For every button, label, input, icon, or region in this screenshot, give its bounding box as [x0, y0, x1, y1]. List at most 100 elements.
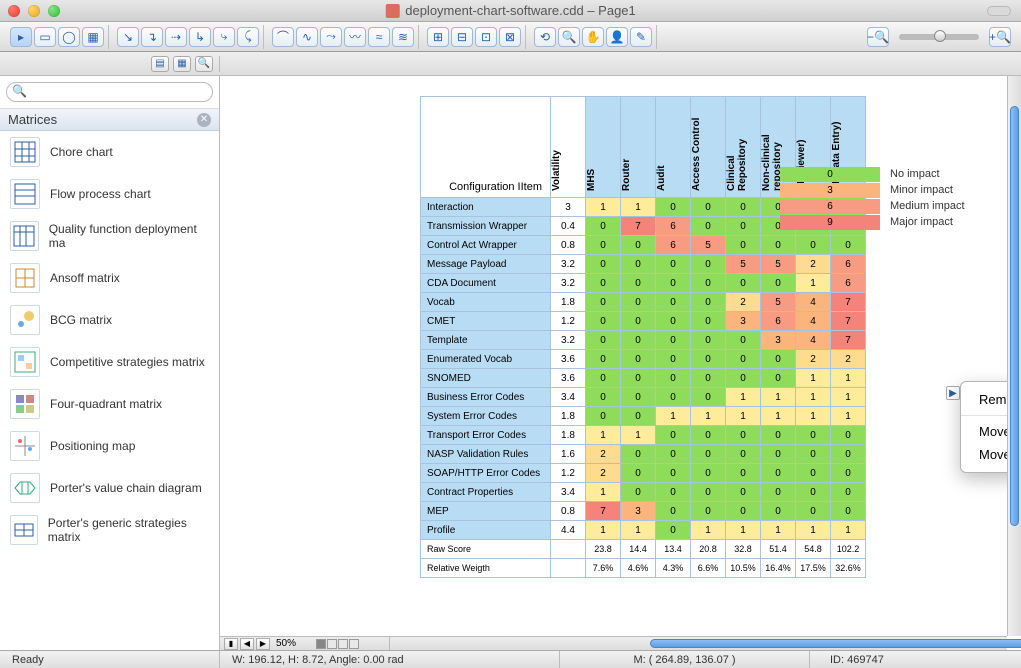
matrix-cell[interactable]: 1	[726, 521, 761, 540]
matrix-cell[interactable]: 5	[761, 293, 796, 312]
matrix-cell[interactable]: 7	[586, 502, 621, 521]
table-row[interactable]: System Error Codes1.800111111	[421, 407, 866, 426]
zoom-slider[interactable]	[899, 34, 979, 40]
matrix-cell[interactable]: 0	[691, 217, 726, 236]
matrix-cell[interactable]: 0	[691, 426, 726, 445]
matrix-cell[interactable]: 1	[831, 388, 866, 407]
matrix-cell[interactable]: 7	[831, 293, 866, 312]
vertical-scrollbar[interactable]	[1007, 76, 1021, 636]
matrix-cell[interactable]: 0	[656, 445, 691, 464]
row-action-arrow-button[interactable]: ▶	[946, 386, 960, 400]
matrix-cell[interactable]: 6	[831, 255, 866, 274]
matrix-cell[interactable]: 0	[621, 274, 656, 293]
table-row[interactable]: Transport Error Codes1.811000000	[421, 426, 866, 445]
matrix-cell[interactable]: 0	[691, 502, 726, 521]
matrix-cell[interactable]: 4	[796, 293, 831, 312]
table-row[interactable]: Template3.200000347	[421, 331, 866, 350]
table-row[interactable]: Vocab1.800002547	[421, 293, 866, 312]
matrix-cell[interactable]: 7	[621, 217, 656, 236]
matrix-cell[interactable]: 0	[586, 388, 621, 407]
matrix-cell[interactable]: 2	[586, 445, 621, 464]
matrix-cell[interactable]: 0	[691, 293, 726, 312]
matrix-cell[interactable]: 4	[796, 312, 831, 331]
matrix-cell[interactable]: 0	[621, 445, 656, 464]
matrix-cell[interactable]: 0	[761, 483, 796, 502]
matrix-cell[interactable]: 0	[726, 502, 761, 521]
matrix-cell[interactable]: 0	[691, 312, 726, 331]
matrix-cell[interactable]: 0	[656, 502, 691, 521]
matrix-cell[interactable]: 1	[831, 369, 866, 388]
connector-3-button[interactable]: ⇢	[165, 27, 187, 47]
table-row[interactable]: MEP0.873000000	[421, 502, 866, 521]
sidebar-item-0[interactable]: Chore chart	[0, 131, 219, 173]
matrix-cell[interactable]: 0	[831, 426, 866, 445]
canvas-viewport[interactable]: Configuration IItemVolatilityMHSRouterAu…	[220, 76, 1007, 636]
matrix-cell[interactable]: 0	[656, 521, 691, 540]
ellipse-tool-button[interactable]: ◯	[58, 27, 80, 47]
library-view-button[interactable]: ▤	[151, 56, 169, 72]
matrix-cell[interactable]: 0	[621, 464, 656, 483]
matrix-cell[interactable]: 0	[796, 445, 831, 464]
matrix-cell[interactable]: 2	[796, 255, 831, 274]
matrix-cell[interactable]: 0	[691, 350, 726, 369]
arrange-3-button[interactable]: ⊡	[475, 27, 497, 47]
matrix-cell[interactable]: 0	[796, 464, 831, 483]
matrix-cell[interactable]: 0	[726, 236, 761, 255]
sidebar-item-8[interactable]: Porter's value chain diagram	[0, 467, 219, 509]
matrix-cell[interactable]: 0	[586, 369, 621, 388]
matrix-cell[interactable]: 3	[761, 331, 796, 350]
matrix-cell[interactable]: 0	[691, 255, 726, 274]
matrix-cell[interactable]: 0	[691, 274, 726, 293]
matrix-cell[interactable]: 0	[586, 407, 621, 426]
matrix-cell[interactable]: 4	[796, 331, 831, 350]
matrix-cell[interactable]: 6	[761, 312, 796, 331]
matrix-cell[interactable]: 0	[656, 426, 691, 445]
rect-tool-button[interactable]: ▭	[34, 27, 56, 47]
matrix-cell[interactable]: 0	[621, 369, 656, 388]
matrix-cell[interactable]: 1	[796, 388, 831, 407]
matrix-cell[interactable]: 5	[761, 255, 796, 274]
minimize-window-button[interactable]	[28, 5, 40, 17]
matrix-cell[interactable]: 0	[621, 255, 656, 274]
curve-1-button[interactable]: ⌒	[272, 27, 294, 47]
matrix-cell[interactable]: 1	[691, 407, 726, 426]
matrix-cell[interactable]: 1	[691, 521, 726, 540]
horizontal-scrollbar[interactable]	[390, 637, 1007, 650]
page-2-box[interactable]	[327, 639, 337, 649]
matrix-cell[interactable]: 1	[761, 521, 796, 540]
matrix-cell[interactable]: 0	[691, 483, 726, 502]
table-row[interactable]: SNOMED3.600000011	[421, 369, 866, 388]
matrix-cell[interactable]: 0	[796, 426, 831, 445]
matrix-cell[interactable]: 0	[726, 274, 761, 293]
matrix-cell[interactable]: 3	[621, 502, 656, 521]
matrix-cell[interactable]: 6	[656, 217, 691, 236]
user-tool-button[interactable]: 👤	[606, 27, 628, 47]
canvas-next-button[interactable]: ▶	[256, 638, 270, 650]
matrix-cell[interactable]: 6	[831, 274, 866, 293]
zoom-tool-button[interactable]: 🔍	[558, 27, 580, 47]
curve-6-button[interactable]: ≋	[392, 27, 414, 47]
matrix-cell[interactable]: 1	[761, 407, 796, 426]
matrix-cell[interactable]: 0	[691, 198, 726, 217]
curve-3-button[interactable]: ⤳	[320, 27, 342, 47]
matrix-cell[interactable]: 0	[761, 236, 796, 255]
matrix-cell[interactable]: 0	[761, 502, 796, 521]
page-1-box[interactable]	[316, 639, 326, 649]
matrix-cell[interactable]: 0	[831, 502, 866, 521]
sidebar-item-2[interactable]: Quality function deployment ma	[0, 215, 219, 257]
curve-5-button[interactable]: ≈	[368, 27, 390, 47]
matrix-cell[interactable]: 0	[726, 350, 761, 369]
library-grid-button[interactable]: ▦	[173, 56, 191, 72]
matrix-cell[interactable]: 0	[726, 369, 761, 388]
matrix-cell[interactable]: 0	[656, 198, 691, 217]
zoom-value[interactable]: 50%	[272, 638, 312, 649]
table-row[interactable]: Enumerated Vocab3.600000022	[421, 350, 866, 369]
matrix-cell[interactable]: 0	[656, 312, 691, 331]
matrix-cell[interactable]: 0	[831, 464, 866, 483]
sidebar-search-input[interactable]	[6, 82, 213, 102]
connector-6-button[interactable]: ⤹	[237, 27, 259, 47]
matrix-cell[interactable]: 0	[621, 331, 656, 350]
horizontal-scrollbar-thumb[interactable]	[650, 639, 1021, 648]
arrange-1-button[interactable]: ⊞	[427, 27, 449, 47]
zoom-window-button[interactable]	[48, 5, 60, 17]
